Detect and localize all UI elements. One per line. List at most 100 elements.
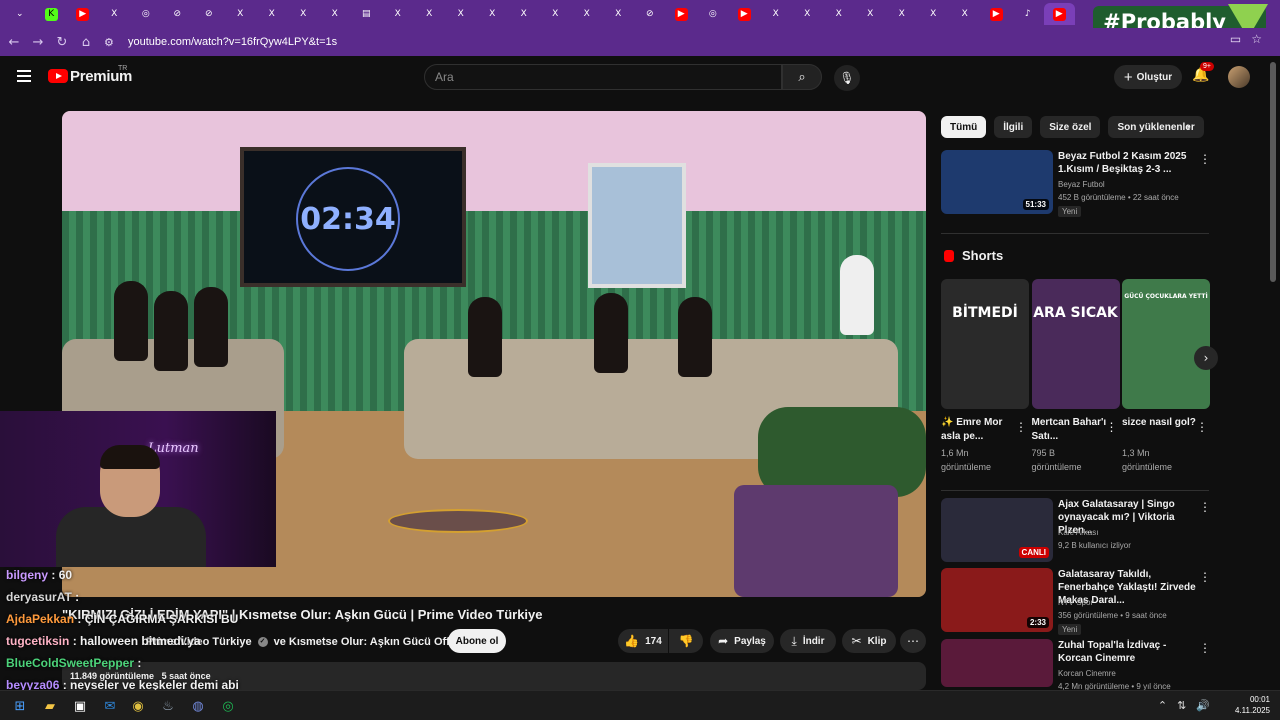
browser-tab[interactable]: X xyxy=(319,3,351,25)
browser-tab[interactable]: X xyxy=(886,3,918,25)
collab-channel-name[interactable]: ve Kısmetse Olur: Aşkın Gücü Official xyxy=(274,636,472,648)
browser-tab[interactable]: X xyxy=(382,3,414,25)
browser-tab[interactable]: ⌄ xyxy=(4,3,36,25)
more-vertical-icon[interactable]: ⋮ xyxy=(1199,570,1211,584)
tray-expand-icon[interactable]: ⌃ xyxy=(1158,699,1167,712)
forward-icon[interactable]: → xyxy=(26,35,50,50)
recommendation-thumbnail[interactable] xyxy=(941,639,1053,687)
recommendation-item[interactable]: CANLI Ajax Galatasaray | Singo oynayacak … xyxy=(941,498,1211,562)
recommendation-thumbnail[interactable]: CANLI xyxy=(941,498,1053,562)
recommendation-channel[interactable]: Korcan Cinemre xyxy=(1058,669,1116,678)
browser-tab[interactable]: X xyxy=(256,3,288,25)
chrome-icon[interactable]: ◉ xyxy=(128,696,148,716)
reload-icon[interactable]: ↻ xyxy=(50,35,74,50)
browser-tab[interactable]: K xyxy=(36,3,68,25)
browser-tab[interactable]: X xyxy=(918,3,950,25)
browser-tab[interactable]: X xyxy=(571,3,603,25)
more-actions-button[interactable]: ⋯ xyxy=(900,629,926,653)
browser-tab[interactable]: ▶ xyxy=(666,3,698,25)
filter-chip[interactable]: İlgili xyxy=(994,116,1033,138)
browser-tab[interactable]: ⊘ xyxy=(162,3,194,25)
taskbar-clock[interactable]: 00:01 4.11.2025 xyxy=(1235,694,1270,716)
recommendation-title[interactable]: Beyaz Futbol 2 Kasım 2025 1.Kısım / Beşi… xyxy=(1058,150,1198,176)
dislike-button[interactable]: 👎 xyxy=(669,629,703,653)
download-button[interactable]: ⤓ İndir xyxy=(780,629,836,653)
browser-tab[interactable]: ▤ xyxy=(351,3,383,25)
chevron-right-icon[interactable]: › xyxy=(1186,120,1191,134)
browser-tab[interactable]: X xyxy=(603,3,635,25)
store-icon[interactable]: ▣ xyxy=(70,696,90,716)
discord-icon[interactable]: ◍ xyxy=(188,696,208,716)
recommendation-item[interactable]: 2:33 Galatasaray Takıldı, Fenerbahçe Yakl… xyxy=(941,568,1211,635)
url-field[interactable]: ⚙ youtube.com/watch?v=16frQyw4LPY&t=1s xyxy=(104,30,1144,54)
page-scrollbar[interactable] xyxy=(1270,62,1276,282)
browser-tab[interactable]: X xyxy=(508,3,540,25)
short-thumbnail[interactable]: BİTMEDİ xyxy=(941,279,1029,409)
more-vertical-icon[interactable]: ⋮ xyxy=(1199,641,1211,655)
browser-tab[interactable]: ⊘ xyxy=(193,3,225,25)
browser-tab[interactable]: X xyxy=(855,3,887,25)
shorts-next-button[interactable]: › xyxy=(1194,346,1218,370)
browser-tab[interactable]: X xyxy=(760,3,792,25)
steam-icon[interactable]: ♨ xyxy=(158,696,178,716)
network-icon[interactable]: ⇅ xyxy=(1177,699,1186,712)
outlook-icon[interactable]: ✉ xyxy=(100,696,120,716)
browser-tab[interactable]: ◎ xyxy=(697,3,729,25)
file-explorer-icon[interactable]: ▰ xyxy=(40,696,60,716)
search-button[interactable]: ⌕ xyxy=(782,64,822,90)
recommendation-thumbnail[interactable]: 2:33 xyxy=(941,568,1053,632)
more-vertical-icon[interactable]: ⋮ xyxy=(1106,420,1118,434)
more-vertical-icon[interactable]: ⋮ xyxy=(1199,500,1211,514)
short-thumbnail[interactable]: GÜCÜ ÇOCUKLARA YETTİ xyxy=(1122,279,1210,409)
browser-tab[interactable]: ♪ xyxy=(1012,3,1044,25)
short-title[interactable]: ✨ Emre Mor asla pe... xyxy=(941,416,1019,444)
recommendation-thumbnail[interactable]: 51:33 xyxy=(941,150,1053,214)
short-title[interactable]: sizce nasıl gol? xyxy=(1122,416,1200,430)
cast-icon[interactable]: ▭ xyxy=(1230,32,1241,46)
short-thumbnail[interactable]: ARA SICAK xyxy=(1031,279,1120,409)
volume-icon[interactable]: 🔊 xyxy=(1196,699,1210,712)
recommendation-item[interactable]: 51:33 Beyaz Futbol 2 Kasım 2025 1.Kısım … xyxy=(941,150,1211,217)
create-button[interactable]: + Oluştur xyxy=(1114,65,1182,89)
more-vertical-icon[interactable]: ⋮ xyxy=(1196,420,1208,434)
bookmark-star-icon[interactable]: ☆ xyxy=(1251,32,1262,46)
home-icon[interactable]: ⌂ xyxy=(74,35,98,50)
browser-tab[interactable]: X xyxy=(288,3,320,25)
browser-tab[interactable]: ▶ xyxy=(729,3,761,25)
recommendation-channel[interactable]: NTV Spor xyxy=(1058,598,1093,607)
browser-tab[interactable]: ▶ xyxy=(67,3,99,25)
filter-chip[interactable]: Size özel xyxy=(1040,116,1101,138)
more-vertical-icon[interactable]: ⋮ xyxy=(1199,152,1211,166)
browser-tab[interactable]: ◎ xyxy=(130,3,162,25)
browser-tab[interactable]: X xyxy=(477,3,509,25)
browser-tab[interactable]: X xyxy=(949,3,981,25)
like-button[interactable]: 👍 174 xyxy=(618,629,668,653)
account-avatar[interactable] xyxy=(1228,66,1250,88)
browser-tab[interactable]: X xyxy=(414,3,446,25)
browser-tab[interactable]: X xyxy=(540,3,572,25)
voice-search-button[interactable]: 🎙 xyxy=(834,65,860,91)
browser-tab[interactable]: ▶ xyxy=(1043,3,1075,25)
youtube-logo-icon[interactable] xyxy=(48,69,68,83)
subscribe-button[interactable]: Abone ol xyxy=(448,629,506,653)
spotify-icon[interactable]: ◎ xyxy=(218,696,238,716)
browser-tab[interactable]: X xyxy=(445,3,477,25)
search-input[interactable]: Ara xyxy=(424,64,782,90)
browser-tab[interactable]: ⊘ xyxy=(634,3,666,25)
short-title[interactable]: Mertcan Bahar'ı Satı... xyxy=(1032,416,1110,444)
back-icon[interactable]: ← xyxy=(2,35,26,50)
recommendation-title[interactable]: Zuhal Topal'la İzdivaç - Korcan Cinemre xyxy=(1058,639,1198,665)
browser-tab[interactable]: X xyxy=(99,3,131,25)
browser-tab[interactable]: X xyxy=(225,3,257,25)
recommendation-channel[interactable]: Beyaz Futbol xyxy=(1058,180,1105,189)
recommendation-channel[interactable]: Kale Arkası xyxy=(1058,528,1098,537)
browser-tab[interactable]: X xyxy=(792,3,824,25)
share-button[interactable]: ➦ Paylaş xyxy=(710,629,774,653)
filter-chip[interactable]: Tümü xyxy=(941,116,987,138)
browser-tab[interactable]: ▶ xyxy=(981,3,1013,25)
windows-start-icon[interactable]: ⊞ xyxy=(10,696,30,716)
more-vertical-icon[interactable]: ⋮ xyxy=(1015,420,1027,434)
clip-button[interactable]: ✂ Klip xyxy=(842,629,896,653)
site-info-icon[interactable]: ⚙ xyxy=(104,36,120,49)
browser-tab[interactable]: X xyxy=(823,3,855,25)
